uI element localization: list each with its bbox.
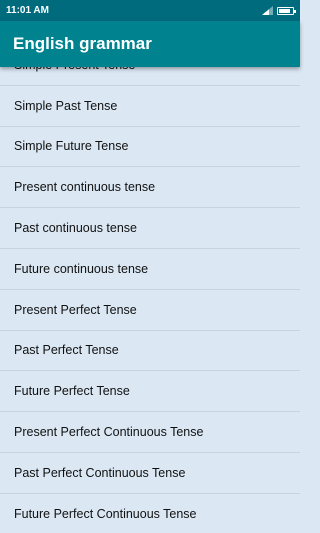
status-bar: 11:01 AM	[0, 0, 300, 21]
signal-icon	[262, 6, 273, 15]
battery-icon	[277, 6, 296, 15]
list-item[interactable]: Present Perfect Continuous Tense	[0, 412, 300, 453]
list-item[interactable]: Present continuous tense	[0, 167, 300, 209]
list-item[interactable]: Future Perfect Continuous Tense	[0, 493, 300, 533]
tense-list-content: Simple Present Tense Simple Past Tense Sim…	[0, 67, 300, 533]
list-item[interactable]: Future Perfect Tense	[0, 371, 300, 413]
list-item[interactable]: Simple Future Tense	[0, 126, 300, 168]
battery-level	[279, 8, 291, 13]
list-item[interactable]: Present Perfect Tense	[0, 289, 300, 331]
app-title: English grammar	[13, 34, 152, 53]
tense-list[interactable]: Simple Present Tense Simple Past Tense Sim…	[0, 67, 300, 533]
list-item-label: Simple Future Tense	[14, 139, 129, 154]
status-time: 11:01 AM	[6, 5, 49, 16]
list-item-label: Present Perfect Tense	[14, 302, 137, 317]
list-item-label: Past continuous tense	[14, 221, 137, 236]
app-bar: English grammar	[0, 21, 300, 67]
list-item-label: Past Perfect Continuous Tense	[14, 465, 186, 480]
list-item[interactable]: Simple Past Tense	[0, 85, 300, 127]
list-item-label: Present continuous tense	[14, 180, 156, 195]
list-item[interactable]: Simple Present Tense	[0, 67, 300, 86]
list-item-label: Future Perfect Tense	[14, 384, 130, 399]
status-icons	[262, 6, 296, 15]
list-item[interactable]: Past Perfect Continuous Tense	[0, 452, 300, 494]
list-item-label: Past Perfect Tense	[14, 343, 119, 358]
list-item[interactable]: Past Perfect Tense	[0, 330, 300, 372]
list-item-label: Future continuous tense	[14, 261, 149, 276]
list-item[interactable]: Future continuous tense	[0, 248, 300, 290]
list-item-label: Simple Present Tense	[14, 67, 135, 72]
list-item-label: Simple Past Tense	[14, 98, 118, 113]
list-item-label: Present Perfect Continuous Tense	[14, 425, 204, 440]
list-item[interactable]: Past continuous tense	[0, 208, 300, 249]
list-item-label: Future Perfect Continuous Tense	[14, 506, 197, 521]
